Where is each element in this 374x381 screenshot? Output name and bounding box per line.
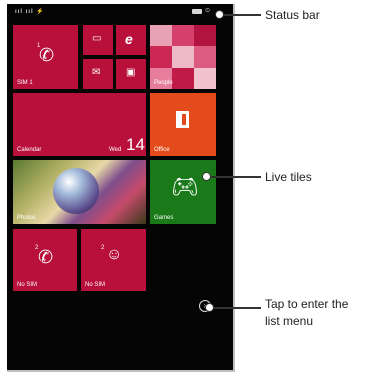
phone-icon: ✆: [38, 247, 54, 267]
tile-email[interactable]: ✉: [83, 59, 113, 89]
status-bar: ııl ııl ⚡ ⊙: [7, 4, 233, 22]
tile-people[interactable]: People: [150, 25, 216, 89]
message-icon: ☺: [106, 246, 123, 263]
annotation-list-menu-1: Tap to enter the: [265, 297, 349, 311]
tile-calendar[interactable]: Calendar Wed 14: [13, 93, 146, 156]
tile-games[interactable]: 🎮︎ Games: [150, 160, 216, 224]
callout-line-list-menu: [214, 307, 261, 309]
clock-icon: ⊙: [205, 8, 211, 14]
people-photo: [194, 46, 216, 68]
callout-line-tiles: [211, 176, 261, 178]
people-photo: [172, 25, 194, 46]
sim-badge: 1: [37, 43, 41, 49]
ie-icon: e: [125, 31, 133, 47]
tile-messaging[interactable]: ▭: [83, 25, 113, 55]
people-photo: [172, 46, 194, 68]
phone-icon: ✆: [39, 45, 55, 65]
sim-badge: 2: [101, 245, 105, 251]
callout-dot-list-menu: [205, 303, 214, 312]
callout-line-status: [224, 14, 261, 16]
calendar-day: Wed: [109, 147, 122, 153]
people-photo: [150, 25, 172, 46]
people-photo: [194, 68, 216, 89]
tile-label-calendar: Calendar: [17, 147, 42, 153]
tile-label-photos: Photos: [17, 215, 36, 221]
tile-internet-explorer[interactable]: e: [116, 25, 146, 55]
tile-store[interactable]: ▣: [116, 59, 146, 89]
annotation-list-menu-2: list menu: [265, 314, 314, 328]
annotation-status-bar: Status bar: [265, 8, 320, 22]
people-photo: [194, 25, 216, 46]
battery-icon: [192, 9, 202, 14]
phone-screen: ııl ııl ⚡ ⊙ ✆ 1 SIM 1 ▭ e ✉ ▣ People Cal…: [7, 4, 235, 372]
calendar-date: 14: [126, 135, 145, 154]
gamepad-icon: 🎮︎: [171, 174, 199, 199]
sim-badge: 2: [35, 245, 39, 251]
annotation-live-tiles: Live tiles: [265, 170, 312, 184]
tile-label-people: People: [154, 80, 173, 86]
signal-icon: ııl ııl ⚡: [15, 9, 45, 15]
people-photo: [150, 46, 172, 68]
store-icon: ▣: [126, 67, 136, 78]
people-photo: [172, 68, 194, 89]
tile-nosim-messaging[interactable]: ☺ 2 No SIM: [81, 229, 146, 291]
tile-nosim-phone[interactable]: ✆ 2 No SIM: [13, 229, 77, 291]
tile-label-sim1: SIM 1: [17, 80, 33, 86]
tile-sim1-phone[interactable]: ✆ 1 SIM 1: [13, 25, 78, 89]
tile-label-nosim-messaging: No SIM: [85, 282, 106, 288]
mail-icon: ✉: [92, 67, 101, 78]
message-icon: ▭: [92, 33, 102, 44]
tile-photos[interactable]: Photos: [13, 160, 146, 224]
callout-dot-status: [215, 10, 224, 19]
tile-office[interactable]: Office: [150, 93, 216, 156]
tile-label-games: Games: [154, 215, 174, 221]
photo-bubble: [53, 168, 99, 214]
tile-label-nosim-phone: No SIM: [17, 282, 38, 288]
office-icon: [176, 111, 189, 128]
tile-label-office: Office: [154, 147, 170, 153]
callout-dot-tiles: [202, 172, 211, 181]
